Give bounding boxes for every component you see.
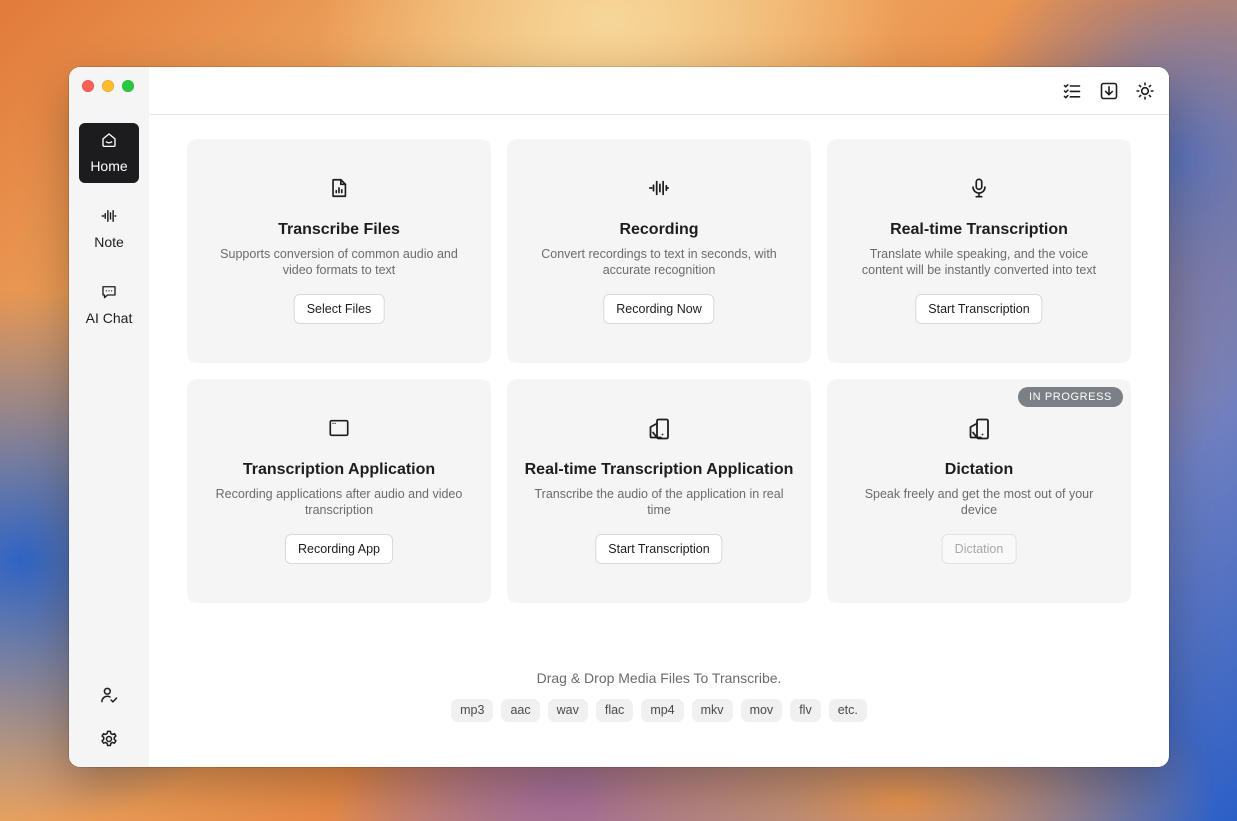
dictation-button[interactable]: Dictation	[941, 534, 1017, 564]
card-real-time-transcription: Real-time Transcription Translate while …	[827, 139, 1131, 363]
maximize-window-button[interactable]	[122, 80, 134, 92]
home-icon	[100, 130, 118, 150]
format-tag: wav	[547, 699, 588, 722]
sidebar: Home Note AI Chat	[69, 67, 149, 767]
card-title: Dictation	[944, 461, 1014, 478]
format-tags: mp3 aac wav flac mp4 mkv mov flv etc.	[149, 699, 1169, 722]
download-icon[interactable]	[1099, 81, 1119, 101]
status-badge: IN PROGRESS	[1017, 387, 1123, 407]
top-toolbar	[149, 67, 1169, 115]
card-title: Transcribe Files	[278, 221, 400, 238]
sidebar-item-home[interactable]: Home	[79, 123, 139, 183]
sidebar-item-note[interactable]: Note	[79, 199, 139, 259]
card-transcription-application: Transcription Application Recording appl…	[187, 379, 491, 603]
app-window-icon	[187, 417, 491, 439]
card-description: Supports conversion of common audio and …	[220, 247, 458, 277]
microphone-icon	[827, 177, 1131, 199]
close-window-button[interactable]	[82, 80, 94, 92]
format-tag: mov	[740, 699, 783, 722]
format-tag: mp3	[451, 699, 494, 722]
card-title: Real-time Transcription	[890, 221, 1068, 238]
select-files-button[interactable]: Select Files	[293, 294, 385, 324]
card-transcribe-files: Transcribe Files Supports conversion of …	[187, 139, 491, 363]
card-dictation: IN PROGRESS Dictation Speak freely and g…	[827, 379, 1131, 603]
drop-zone-text: Drag & Drop Media Files To Transcribe.	[536, 670, 782, 686]
card-description: Convert recordings to text in seconds, w…	[541, 247, 777, 277]
app-audio-icon	[507, 417, 811, 441]
format-tag: mkv	[691, 699, 733, 722]
sidebar-item-ai-chat[interactable]: AI Chat	[79, 275, 139, 335]
format-tag: etc.	[828, 699, 867, 722]
card-title: Real-time Transcription Application	[524, 461, 794, 478]
app-window: Home Note AI Chat Transcribe Files Suppo…	[69, 67, 1169, 767]
format-tag: aac	[501, 699, 540, 722]
recording-now-button[interactable]: Recording Now	[603, 294, 715, 324]
card-description: Translate while speaking, and the voice …	[861, 247, 1097, 277]
gear-icon[interactable]	[99, 729, 119, 749]
card-title: Recording	[619, 221, 699, 238]
card-real-time-transcription-application: Real-time Transcription Application Tran…	[507, 379, 811, 603]
window-controls	[82, 80, 134, 92]
format-tag: flac	[595, 699, 634, 722]
task-list-icon[interactable]	[1062, 81, 1082, 101]
card-recording: Recording Convert recordings to text in …	[507, 139, 811, 363]
sidebar-item-label: Note	[94, 234, 124, 250]
start-transcription-button[interactable]: Start Transcription	[595, 534, 723, 564]
sidebar-item-label: AI Chat	[85, 310, 133, 326]
format-tag: flv	[790, 699, 821, 722]
recording-app-button[interactable]: Recording App	[284, 534, 394, 564]
card-description: Transcribe the audio of the application …	[534, 487, 784, 517]
chat-icon	[100, 282, 118, 302]
card-description: Recording applications after audio and v…	[215, 487, 463, 517]
card-description: Speak freely and get the most out of you…	[864, 487, 1094, 517]
card-title: Transcription Application	[242, 461, 436, 478]
sidebar-item-label: Home	[90, 158, 128, 174]
start-transcription-button[interactable]: Start Transcription	[915, 294, 1043, 324]
sun-icon[interactable]	[1135, 81, 1155, 101]
format-tag: mp4	[641, 699, 684, 722]
audio-file-icon	[187, 177, 491, 199]
waveform-icon	[99, 206, 119, 226]
waveform-icon	[507, 177, 811, 199]
minimize-window-button[interactable]	[102, 80, 114, 92]
user-check-icon[interactable]	[99, 685, 119, 705]
app-audio-icon	[827, 417, 1131, 441]
